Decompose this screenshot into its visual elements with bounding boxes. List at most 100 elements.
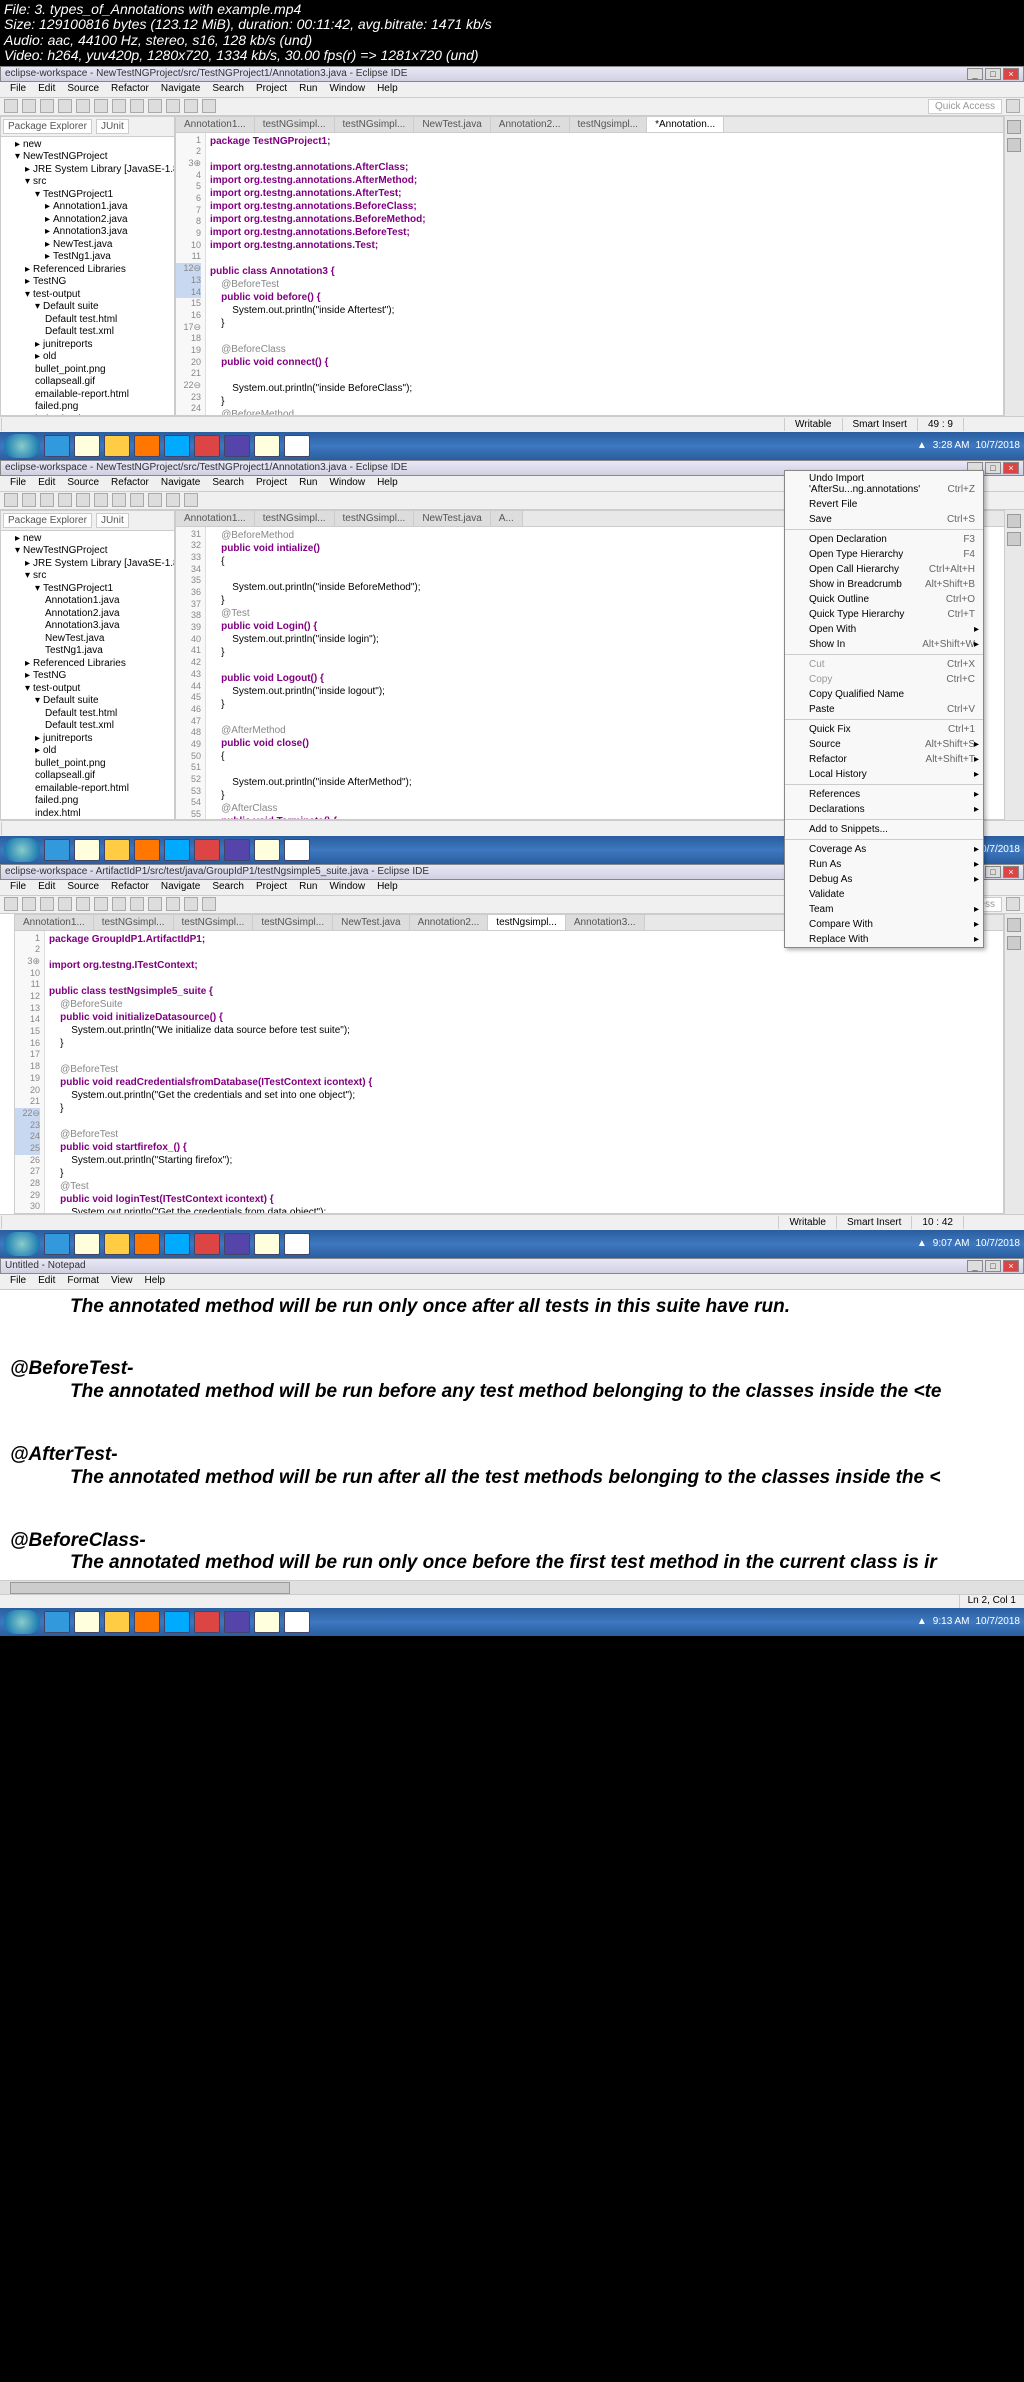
quick-access[interactable]: Quick Access <box>928 99 1002 114</box>
toolbar-icon[interactable] <box>76 99 90 113</box>
perspective-icon[interactable] <box>1006 99 1020 113</box>
tree-item[interactable]: ▾test-output <box>5 683 170 696</box>
menu-help[interactable]: Help <box>371 82 404 97</box>
tree-item[interactable]: ▸Referenced Libraries <box>5 658 170 671</box>
ctx-breadcrumb[interactable]: Show in BreadcrumbAlt+Shift+B <box>785 577 983 592</box>
tree-item[interactable]: ▸Referenced Libraries <box>5 264 170 277</box>
eclipse-icon[interactable] <box>224 435 250 457</box>
tree-item[interactable]: ▸TestNG <box>5 670 170 683</box>
menu-navigate[interactable]: Navigate <box>155 82 206 97</box>
maximize-button[interactable]: □ <box>985 68 1001 80</box>
tree-item[interactable]: Annotation2.java <box>5 608 170 621</box>
ctx-show-in[interactable]: Show InAlt+Shift+W <box>785 637 983 652</box>
ctx-declarations[interactable]: Declarations <box>785 802 983 817</box>
chrome-icon[interactable] <box>104 435 130 457</box>
ctx-revert[interactable]: Revert File <box>785 497 983 512</box>
ctx-references[interactable]: References <box>785 787 983 802</box>
ctx-run-as[interactable]: Run As <box>785 857 983 872</box>
ed-tab[interactable]: testNGsimpl... <box>335 117 415 132</box>
tree-item[interactable]: ▸junitreports <box>5 339 170 352</box>
tree-item[interactable]: ▸TestNg1.java <box>5 251 170 264</box>
tree-item[interactable]: ▾Default suite <box>5 695 170 708</box>
ctx-paste[interactable]: PasteCtrl+V <box>785 702 983 717</box>
pe-tab[interactable]: Package Explorer <box>3 119 92 134</box>
tree-item[interactable]: ▸JRE System Library [JavaSE-1.8] <box>5 164 170 177</box>
toolbar-icon[interactable] <box>4 99 18 113</box>
ctx-team[interactable]: Team <box>785 902 983 917</box>
toolbar-icon[interactable] <box>148 99 162 113</box>
menu-edit[interactable]: Edit <box>32 82 61 97</box>
ed-tab[interactable]: NewTest.java <box>414 117 490 132</box>
start-button[interactable] <box>4 434 40 458</box>
outline-icon[interactable] <box>1007 120 1021 134</box>
tree-item[interactable]: ▾src <box>5 570 170 583</box>
tree-item[interactable]: failed.png <box>5 401 170 414</box>
ctx-snippets[interactable]: Add to Snippets... <box>785 822 983 837</box>
menu-refactor[interactable]: Refactor <box>105 82 155 97</box>
menu-window[interactable]: Window <box>323 82 371 97</box>
toolbar-icon[interactable] <box>166 99 180 113</box>
code-area[interactable]: package TestNGProject1; import org.testn… <box>206 133 1003 415</box>
tree-item[interactable]: ▾src <box>5 176 170 189</box>
tree-item[interactable]: ▾test-output <box>5 289 170 302</box>
system-tray[interactable]: ▲3:28 AM10/7/2018 <box>917 440 1020 451</box>
powerpoint-icon[interactable] <box>194 435 220 457</box>
toolbar-icon[interactable] <box>130 99 144 113</box>
ctx-open-with[interactable]: Open With <box>785 622 983 637</box>
toolbar-icon[interactable] <box>58 99 72 113</box>
ctx-refactor[interactable]: RefactorAlt+Shift+T <box>785 752 983 767</box>
menu-run[interactable]: Run <box>293 82 323 97</box>
ed-tab[interactable]: testNgsimpl... <box>570 117 648 132</box>
horizontal-scrollbar[interactable] <box>0 1580 1024 1594</box>
title-bar[interactable]: eclipse-workspace - NewTestNGProject/src… <box>0 66 1024 82</box>
toolbar-icon[interactable] <box>40 99 54 113</box>
ctx-undo[interactable]: Undo Import 'AfterSu...ng.annotations'Ct… <box>785 471 983 497</box>
tree-item[interactable]: ▾TestNGProject1 <box>5 189 170 202</box>
ctx-validate[interactable]: Validate <box>785 887 983 902</box>
tree-item[interactable]: ▸TestNG <box>5 276 170 289</box>
ed-tab[interactable]: Annotation2... <box>491 117 570 132</box>
ctx-copy[interactable]: CopyCtrl+C <box>785 672 983 687</box>
ie-icon[interactable] <box>44 435 70 457</box>
tree-item[interactable]: ▸junitreports <box>5 733 170 746</box>
tree-item[interactable]: Annotation1.java <box>5 595 170 608</box>
tree-item[interactable]: failed.png <box>5 795 170 808</box>
tree-item[interactable]: ▾NewTestNGProject <box>5 545 170 558</box>
skype-icon[interactable] <box>164 435 190 457</box>
ctx-replace-with[interactable]: Replace With <box>785 932 983 947</box>
ctx-save[interactable]: SaveCtrl+S <box>785 512 983 527</box>
tree-item[interactable]: ▾NewTestNGProject <box>5 151 170 164</box>
title-bar[interactable]: Untitled - Notepad_□× <box>0 1258 1024 1274</box>
tree-item[interactable]: bullet_point.png <box>5 758 170 771</box>
tree-item[interactable]: TestNg1.java <box>5 645 170 658</box>
tree-item[interactable]: collapseall.gif <box>5 376 170 389</box>
menu-source[interactable]: Source <box>61 82 105 97</box>
close-button[interactable]: × <box>1003 68 1019 80</box>
tree-item[interactable]: ▸Annotation2.java <box>5 214 170 227</box>
toolbar-icon[interactable] <box>94 99 108 113</box>
tree-item[interactable]: Default test.html <box>5 314 170 327</box>
start-button[interactable] <box>4 1610 40 1634</box>
ctx-open-decl[interactable]: Open DeclarationF3 <box>785 532 983 547</box>
ctx-quick-type-h[interactable]: Quick Type HierarchyCtrl+T <box>785 607 983 622</box>
code-area[interactable]: package GroupIdP1.ArtifactIdP1; import o… <box>45 931 1003 1213</box>
toolbar-icon[interactable] <box>184 99 198 113</box>
ctx-copy-qn[interactable]: Copy Qualified Name <box>785 687 983 702</box>
ctx-source[interactable]: SourceAlt+Shift+S <box>785 737 983 752</box>
start-button[interactable] <box>4 1232 40 1256</box>
tree-item[interactable]: collapseall.gif <box>5 770 170 783</box>
ctx-cut[interactable]: CutCtrl+X <box>785 657 983 672</box>
minimize-button[interactable]: _ <box>967 68 983 80</box>
ctx-debug-as[interactable]: Debug As <box>785 872 983 887</box>
tree-item[interactable]: ▾TestNGProject1 <box>5 583 170 596</box>
menu-file[interactable]: File <box>4 82 32 97</box>
notepad-text-area[interactable]: The annotated method will be run only on… <box>0 1290 1024 1580</box>
ed-tab-active[interactable]: *Annotation... <box>647 117 724 132</box>
tasklist-icon[interactable] <box>1007 138 1021 152</box>
folder-icon[interactable] <box>254 435 280 457</box>
tree-item[interactable]: ▸old <box>5 351 170 364</box>
menu-project[interactable]: Project <box>250 82 293 97</box>
ctx-compare-with[interactable]: Compare With <box>785 917 983 932</box>
ctx-quick-outline[interactable]: Quick OutlineCtrl+O <box>785 592 983 607</box>
tree-item[interactable]: ▸new <box>5 139 170 152</box>
